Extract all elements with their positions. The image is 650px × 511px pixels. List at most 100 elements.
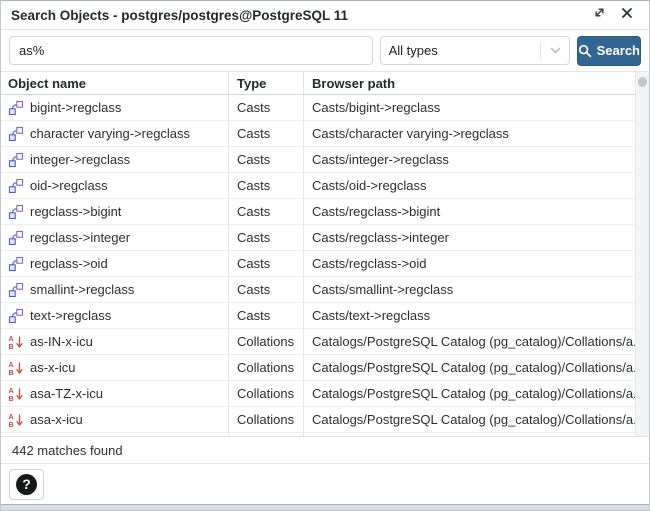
- maximize-button[interactable]: [589, 5, 609, 25]
- browser-path: Casts/regclass->integer: [304, 225, 635, 250]
- object-type: Casts: [229, 225, 304, 250]
- cast-icon: [8, 100, 24, 116]
- help-icon: ?: [16, 474, 37, 495]
- object-name: regclass->oid: [30, 256, 108, 271]
- table-row[interactable]: bigint->regclass Casts Casts/bigint->reg…: [1, 95, 635, 121]
- object-name: integer->regclass: [30, 152, 130, 167]
- search-toolbar: All types Search: [1, 30, 649, 71]
- dialog-footer: ?: [1, 464, 649, 504]
- cast-icon: [8, 282, 24, 298]
- type-filter-value: All types: [389, 43, 540, 58]
- collation-icon: AB: [8, 386, 24, 402]
- cast-icon: [8, 204, 24, 220]
- cast-icon: [8, 308, 24, 324]
- browser-path: Casts/oid->regclass: [304, 173, 635, 198]
- search-input[interactable]: [9, 36, 373, 65]
- svg-text:B: B: [9, 419, 14, 427]
- status-bar: 442 matches found: [1, 436, 649, 464]
- table-row[interactable]: character varying->regclass Casts Casts/…: [1, 121, 635, 147]
- browser-path: Catalogs/PostgreSQL Catalog (pg_catalog)…: [304, 355, 635, 380]
- object-type: Collations: [229, 329, 304, 354]
- object-name: regclass->integer: [30, 230, 130, 245]
- browser-path: Casts/text->regclass: [304, 303, 635, 328]
- object-name: smallint->regclass: [30, 282, 134, 297]
- type-filter-select[interactable]: All types: [380, 36, 570, 65]
- object-type: Casts: [229, 277, 304, 302]
- collation-icon: AB: [8, 360, 24, 376]
- table-row[interactable]: AB asa-TZ-x-icu Collations Catalogs/Post…: [1, 381, 635, 407]
- collation-icon: AB: [8, 334, 24, 350]
- cast-icon: [8, 126, 24, 142]
- cast-icon: [8, 152, 24, 168]
- cast-icon: [8, 256, 24, 272]
- search-objects-dialog: Search Objects - postgres/postgres@Postg…: [0, 0, 650, 511]
- browser-path: Casts/regclass->oid: [304, 251, 635, 276]
- browser-path: Casts/character varying->regclass: [304, 121, 635, 146]
- table-body: bigint->regclass Casts Casts/bigint->reg…: [1, 95, 635, 436]
- svg-text:B: B: [9, 367, 14, 375]
- select-divider: [540, 42, 541, 59]
- dialog-titlebar: Search Objects - postgres/postgres@Postg…: [1, 1, 649, 30]
- object-name: as-x-icu: [30, 360, 76, 375]
- browser-path: Catalogs/PostgreSQL Catalog (pg_catalog)…: [304, 329, 635, 354]
- search-icon: [578, 44, 592, 58]
- vertical-scrollbar[interactable]: [635, 72, 649, 436]
- table-row[interactable]: regclass->oid Casts Casts/regclass->oid: [1, 251, 635, 277]
- help-button[interactable]: ?: [9, 469, 44, 500]
- table-row[interactable]: integer->regclass Casts Casts/integer->r…: [1, 147, 635, 173]
- object-name: text->regclass: [30, 308, 111, 323]
- svg-text:B: B: [9, 393, 14, 401]
- results-table: Object name Type Browser path bigint->re…: [1, 71, 649, 436]
- object-name: regclass->bigint: [30, 204, 121, 219]
- browser-path: Catalogs/PostgreSQL Catalog (pg_catalog)…: [304, 381, 635, 406]
- close-icon: [621, 6, 633, 24]
- column-header-type[interactable]: Type: [229, 72, 304, 94]
- browser-path: Casts/bigint->regclass: [304, 95, 635, 120]
- browser-path: Casts/regclass->bigint: [304, 199, 635, 224]
- object-type: Casts: [229, 173, 304, 198]
- object-name: bigint->regclass: [30, 100, 121, 115]
- browser-path: Catalogs/PostgreSQL Catalog (pg_catalog)…: [304, 407, 635, 432]
- table-row[interactable]: AB as-x-icu Collations Catalogs/PostgreS…: [1, 355, 635, 381]
- matches-found-text: 442 matches found: [12, 443, 123, 458]
- expand-icon: [593, 6, 606, 24]
- cast-icon: [8, 178, 24, 194]
- table-row[interactable]: AB asa-x-icu Collations Catalogs/Postgre…: [1, 407, 635, 433]
- collation-icon: AB: [8, 412, 24, 428]
- object-type: Casts: [229, 95, 304, 120]
- close-button[interactable]: [617, 5, 637, 25]
- svg-text:B: B: [9, 341, 14, 349]
- object-name: asa-x-icu: [30, 412, 83, 427]
- object-name: oid->regclass: [30, 178, 108, 193]
- object-type: Casts: [229, 121, 304, 146]
- object-type: Casts: [229, 251, 304, 276]
- table-row[interactable]: AB as-IN-x-icu Collations Catalogs/Postg…: [1, 329, 635, 355]
- object-type: Casts: [229, 303, 304, 328]
- search-button[interactable]: Search: [577, 36, 641, 66]
- dialog-title: Search Objects - postgres/postgres@Postg…: [11, 8, 589, 23]
- object-type: Casts: [229, 147, 304, 172]
- search-button-label: Search: [597, 43, 640, 58]
- column-header-browser-path[interactable]: Browser path: [304, 76, 635, 91]
- column-header-object-name[interactable]: Object name: [1, 72, 229, 94]
- browser-path: Casts/smallint->regclass: [304, 277, 635, 302]
- results-grid: Object name Type Browser path bigint->re…: [1, 72, 635, 436]
- dialog-bottom-edge: [1, 504, 649, 510]
- scrollbar-thumb[interactable]: [638, 77, 647, 87]
- table-header-row: Object name Type Browser path: [1, 72, 635, 95]
- table-row[interactable]: smallint->regclass Casts Casts/smallint-…: [1, 277, 635, 303]
- table-row[interactable]: regclass->bigint Casts Casts/regclass->b…: [1, 199, 635, 225]
- object-name: asa-TZ-x-icu: [30, 386, 103, 401]
- object-type: Collations: [229, 407, 304, 432]
- table-row[interactable]: regclass->integer Casts Casts/regclass->…: [1, 225, 635, 251]
- object-type: Casts: [229, 199, 304, 224]
- cast-icon: [8, 230, 24, 246]
- object-type: Collations: [229, 355, 304, 380]
- object-name: as-IN-x-icu: [30, 334, 93, 349]
- table-row[interactable]: text->regclass Casts Casts/text->regclas…: [1, 303, 635, 329]
- object-type: Collations: [229, 381, 304, 406]
- object-name: character varying->regclass: [30, 126, 190, 141]
- chevron-down-icon: [550, 43, 561, 58]
- table-row[interactable]: oid->regclass Casts Casts/oid->regclass: [1, 173, 635, 199]
- browser-path: Casts/integer->regclass: [304, 147, 635, 172]
